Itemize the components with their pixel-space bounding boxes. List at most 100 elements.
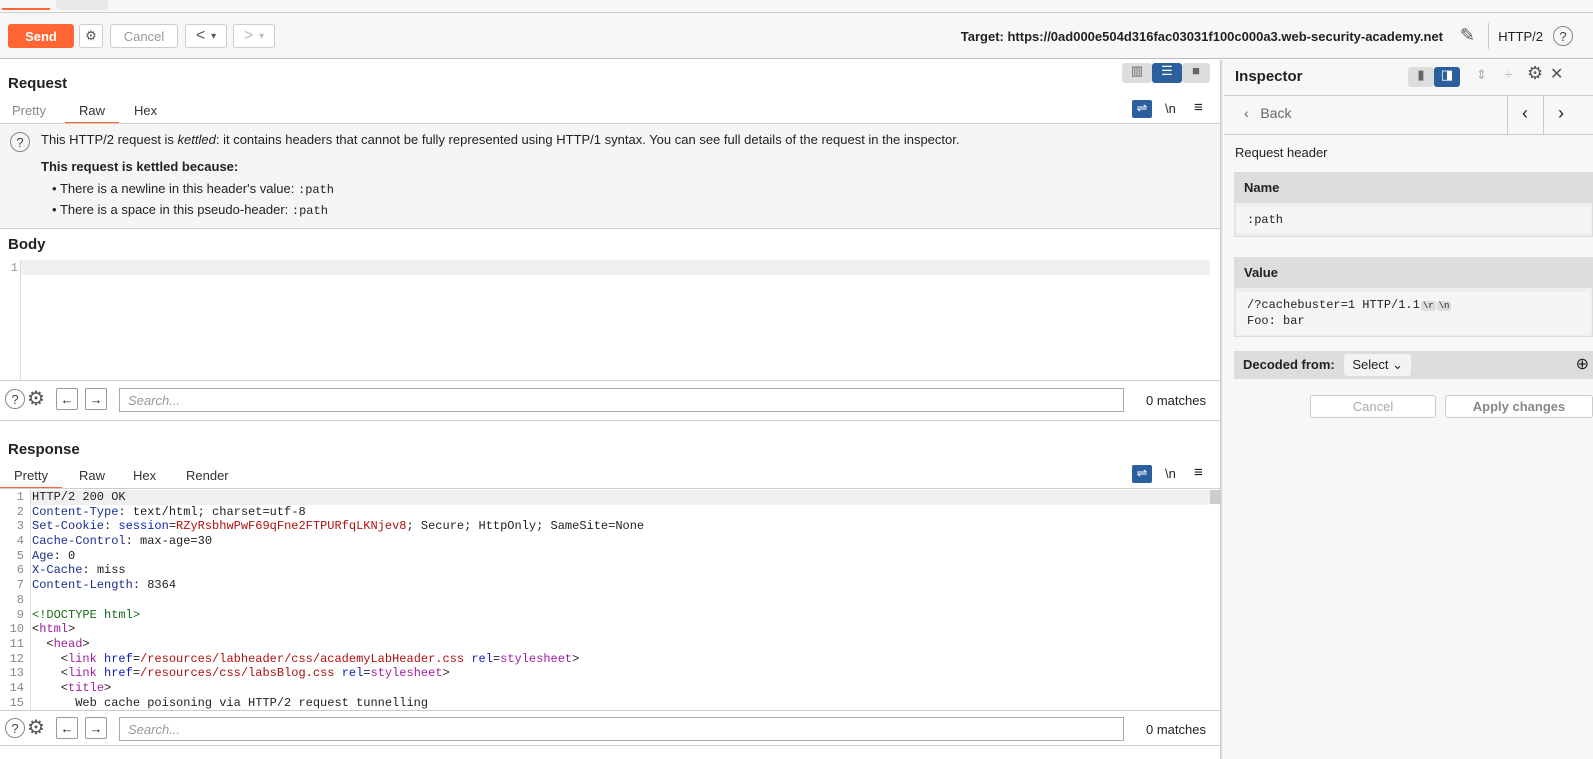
tab-pretty[interactable]: Pretty [12,103,46,118]
menu-icon[interactable]: ≡ [1194,99,1203,116]
match-count: 0 matches [1146,393,1206,408]
code-line: 5 Age: 0 [0,549,644,564]
tab-hex[interactable]: Hex [134,103,157,118]
response-editor[interactable]: 1 HTTP/2 200 OK 2 Content-Type: text/html; … [0,490,1210,710]
layout-stacked-icon[interactable]: ☰ [1152,63,1182,83]
layout-switcher: ▥ ☰ ■ [1122,63,1210,83]
code-line: 6 X-Cache: miss [0,563,644,578]
show-newlines-button[interactable]: \n [1165,101,1176,116]
next-item-chevron-icon[interactable]: › [1558,103,1564,124]
code-token: HTTP/2 200 OK [32,490,126,504]
inspector-settings-gear-icon[interactable]: ⚙ [1527,63,1543,84]
back-button[interactable]: ‹ Back [1244,105,1291,121]
add-plus-icon[interactable]: ⊕ [1576,351,1589,379]
name-field[interactable]: :path [1237,207,1590,233]
value-field[interactable]: /?cachebuster=1 HTTP/1.1 \r \n Foo: bar [1237,292,1590,335]
tab-hex[interactable]: Hex [133,468,156,483]
code-line: 2 Content-Type: text/html; charset=utf-8 [0,505,644,520]
inspector-cancel-button[interactable]: Cancel [1310,395,1436,418]
dock-left-icon[interactable]: ▮ [1408,67,1434,87]
dock-right-icon[interactable]: ◨ [1434,67,1460,87]
layout-single-icon[interactable]: ■ [1182,63,1210,83]
previous-match-arrow-icon[interactable]: ← [56,717,78,739]
code-line: 10 < html > [0,622,644,637]
line-number: 2 [16,504,24,519]
code-token: stylesheet [370,666,443,681]
code-line: 1 HTTP/2 200 OK [0,490,644,505]
line-number: 12 [9,651,24,666]
layout-side-by-side-icon[interactable]: ▥ [1122,63,1152,83]
chevron-left-icon: < [195,27,206,44]
edit-pencil-icon[interactable]: ✎ [1460,25,1475,46]
code-token: html [39,622,69,637]
word-wrap-icon[interactable]: ⇌ [1132,465,1152,483]
code-line: 3 Set-Cookie: session = RZyRsbhwPwF69qFne2F… [0,519,644,534]
code-token: Content-Length [32,578,133,593]
response-search-input[interactable]: Search... [119,717,1124,741]
help-icon[interactable]: ? [10,132,30,152]
inspector-panel: Inspector ▮ ◨ ⇕ ÷ ⚙ ✕ ‹ Back ‹ › Request… [1224,60,1593,759]
line-number: 5 [16,548,24,563]
protocol-toggle[interactable]: HTTP/2 [1498,29,1543,44]
history-back-button[interactable]: < ▾ [185,24,227,48]
code-token: > [572,651,580,666]
pane-splitter[interactable] [1220,60,1223,759]
reason-item: • There is a newline in this header's va… [52,181,335,197]
code-line: 15 Web cache poisoning via HTTP/2 reques… [0,696,644,710]
show-newlines-button[interactable]: \n [1165,466,1176,481]
previous-match-arrow-icon[interactable]: ← [56,388,78,410]
target-url[interactable]: Target: https://0ad000e504d316fac03031f1… [961,29,1443,44]
request-body-editor[interactable]: 1 [0,260,1220,380]
repeater-tab-2[interactable] [56,0,108,10]
tab-raw[interactable]: Raw [79,468,105,483]
previous-item-chevron-icon[interactable]: ‹ [1522,103,1528,124]
word-wrap-icon[interactable]: ⇌ [1132,100,1152,118]
response-code: 1 HTTP/2 200 OK 2 Content-Type: text/html; … [0,490,645,710]
close-icon[interactable]: ✕ [1550,64,1563,84]
tab-raw[interactable]: Raw [65,103,120,124]
tab-render[interactable]: Render [186,468,229,483]
scrollbar[interactable] [1210,490,1220,504]
next-match-arrow-icon[interactable]: → [85,717,107,739]
next-match-arrow-icon[interactable]: → [85,388,107,410]
collapse-all-icon[interactable]: ÷ [1505,67,1512,82]
code-line: 7 Content-Length: 8364 [0,578,644,593]
divider [0,228,1220,229]
menu-icon[interactable]: ≡ [1194,464,1203,481]
line-number: 9 [16,607,24,622]
notice-reason-title: This request is kettled because: [41,159,239,174]
code-token: = [492,651,501,666]
top-tab-strip [0,0,1593,13]
help-icon[interactable]: ? [1553,26,1573,46]
section-label: Request header [1235,145,1328,160]
history-forward-button[interactable]: > ▾ [233,24,275,48]
code-token: href [104,666,133,681]
search-settings-gear-icon[interactable]: ⚙ [27,715,45,740]
repeater-tab-1[interactable] [2,0,50,10]
request-search-input[interactable]: Search... [119,388,1124,412]
code-line: 9 <!DOCTYPE html> [0,608,644,623]
line-number: 1 [10,261,18,275]
settings-gear-icon[interactable]: ⚙ [79,24,103,48]
chevron-right-icon: > [243,27,254,44]
code-token: rel [341,666,364,681]
tab-pretty[interactable]: Pretty [0,468,62,489]
line-number: 6 [16,563,24,578]
code-token: <!DOCTYPE html> [32,607,141,622]
kettled-notice: ? This HTTP/2 request is kettled: it con… [0,124,1220,228]
help-icon[interactable]: ? [5,389,25,409]
code-token: : text/html; charset=utf-8 [118,504,306,519]
send-button[interactable]: Send [8,24,74,48]
help-icon[interactable]: ? [5,718,25,738]
apply-changes-button[interactable]: Apply changes [1445,395,1593,418]
code-token: : miss [82,563,126,578]
cancel-button[interactable]: Cancel [110,24,178,48]
code-token: X-Cache [32,563,83,578]
decoded-from-row: Decoded from: Select ⌄ ⊕ [1234,351,1593,379]
search-settings-gear-icon[interactable]: ⚙ [27,386,45,411]
lf-marker: \n [1436,301,1452,311]
decoded-from-select[interactable]: Select ⌄ [1344,354,1412,376]
expand-all-icon[interactable]: ⇕ [1476,67,1487,83]
